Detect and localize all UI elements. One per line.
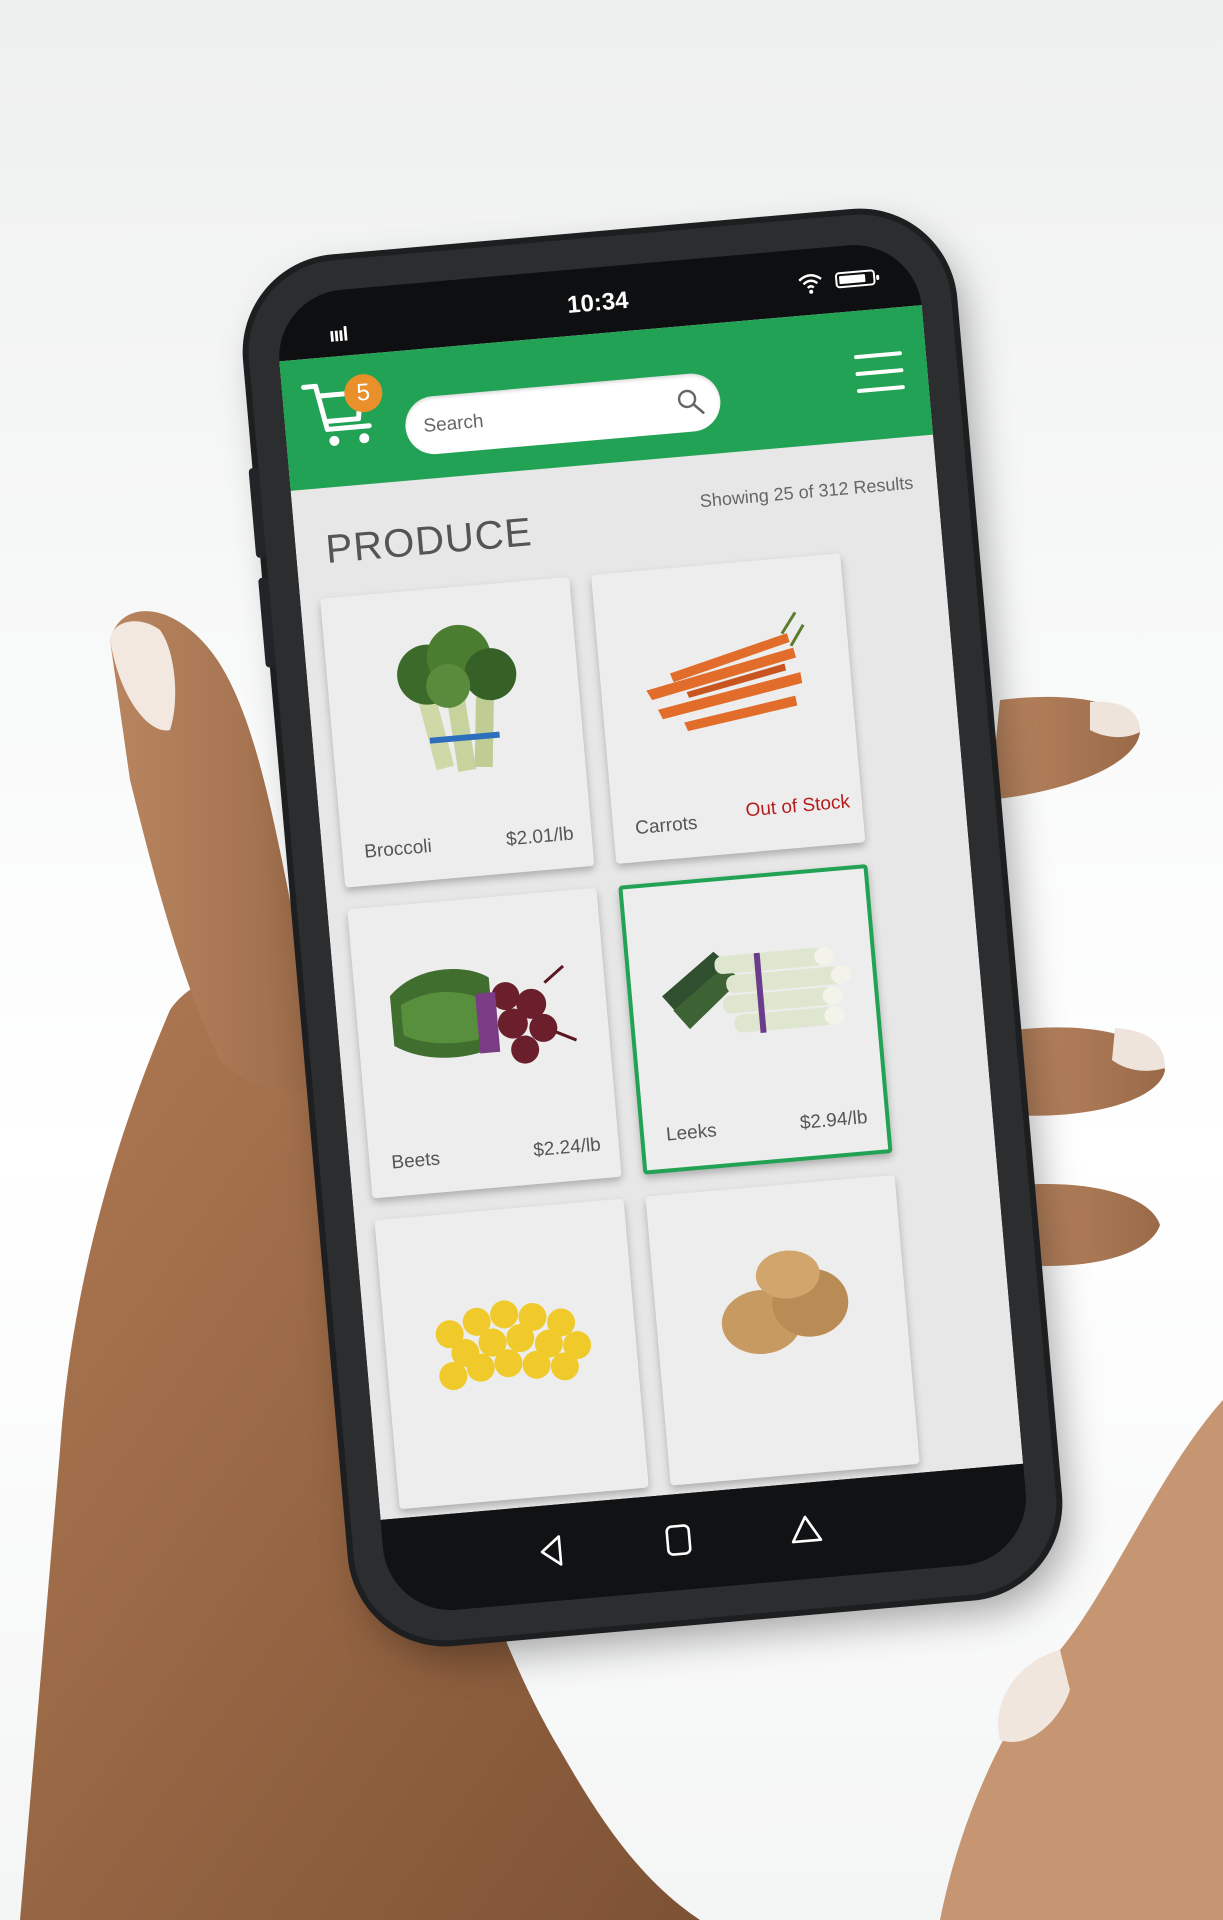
leeks-image (662, 947, 851, 1033)
product-price: $2.24/lb (532, 1134, 602, 1162)
product-price: $2.94/lb (799, 1107, 869, 1134)
wifi-icon (798, 274, 822, 294)
back-icon[interactable] (532, 1532, 571, 1571)
product-name: Beets (390, 1148, 441, 1174)
home-icon[interactable] (659, 1521, 698, 1560)
product-name: Carrots (634, 812, 699, 840)
product-name: Broccoli (363, 835, 433, 863)
product-card[interactable]: Carrots Out of Stock (591, 553, 866, 864)
product-card[interactable]: Broccoli $2.01/lb (320, 576, 595, 888)
app-screen: 5 PRODUCE Showing 25 of 312 Results (279, 305, 1024, 1520)
page-title: PRODUCE (323, 510, 535, 572)
product-card[interactable] (374, 1198, 649, 1510)
results-count: Showing 25 of 312 Results (699, 472, 915, 512)
out-of-stock-label: Out of Stock (744, 791, 851, 822)
product-card[interactable]: Beets $2.24/lb (347, 887, 622, 1199)
recents-icon[interactable] (787, 1509, 826, 1548)
carrots-image (646, 611, 805, 732)
menu-icon[interactable] (853, 351, 906, 395)
search-input[interactable] (419, 387, 677, 446)
phone: ıııl 10:34 5 Search PRODUCE Showing 25 o… (240, 206, 1065, 1649)
potatoes-image (721, 1250, 849, 1355)
product-name: Leeks (665, 1120, 718, 1146)
broccoli-image (397, 624, 517, 772)
phone-screen: ıııl 10:34 5 Search PRODUCE Showing 25 o… (273, 239, 1032, 1616)
product-card[interactable] (645, 1174, 920, 1486)
search-icon[interactable] (675, 387, 705, 417)
search-bar[interactable] (402, 371, 723, 457)
lemons-image (435, 1300, 592, 1391)
product-price: $2.01/lb (505, 823, 575, 851)
product-card-selected[interactable]: Leeks $2.94/lb (618, 864, 893, 1175)
beets-image (389, 964, 578, 1064)
